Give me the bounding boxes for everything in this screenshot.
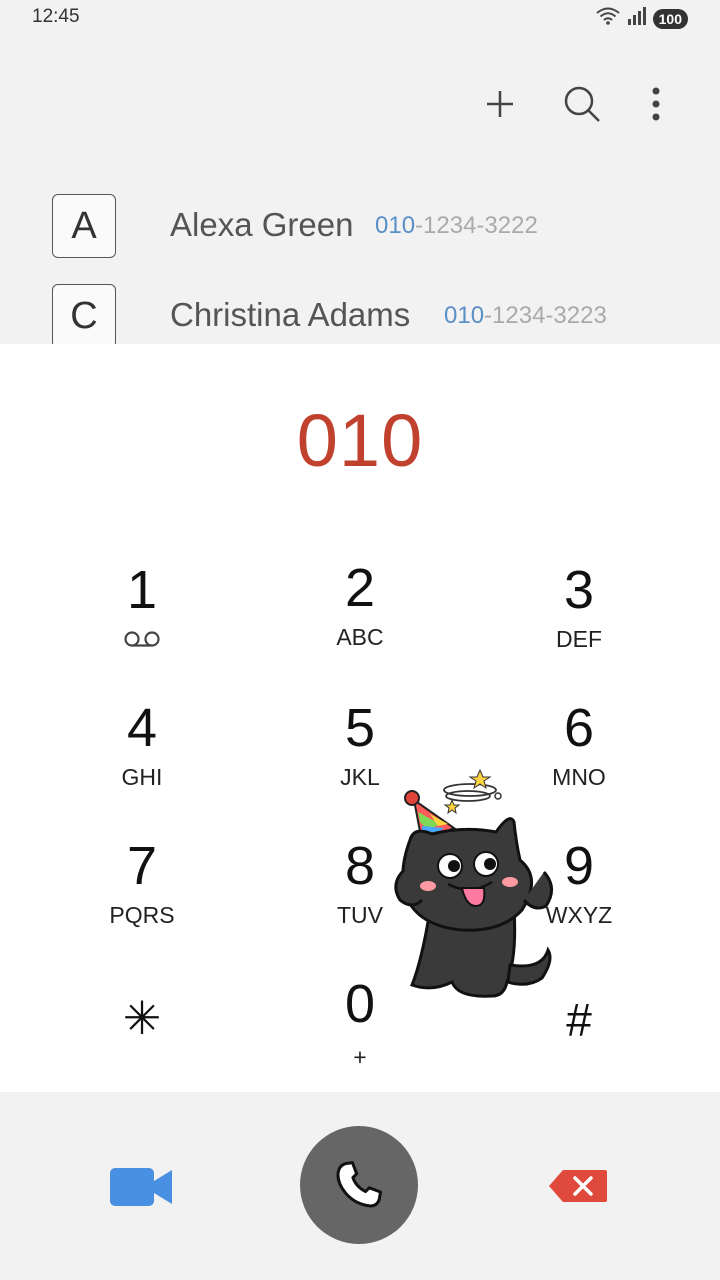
video-call-icon [110, 1168, 172, 1206]
status-icons: 100 [595, 6, 688, 31]
key-digit: 9 [563, 836, 595, 896]
wifi-icon [595, 6, 621, 31]
key-3[interactable]: 3 DEF [489, 560, 669, 680]
contact-number: 010-1234-3222 [375, 212, 538, 239]
key-1[interactable]: 1 [52, 560, 232, 680]
key-letters: GHI [121, 763, 163, 790]
status-time: 12:45 [32, 6, 80, 27]
battery-icon: 100 [652, 8, 688, 29]
key-star[interactable]: ✳ [52, 988, 232, 1108]
more-options-button[interactable] [626, 72, 686, 136]
party-cat-sticker [392, 760, 562, 1010]
dial-panel: 010 1 2 ABC 3 DEF 4 GHI 5 JKL 6 MNO 7 PQ… [0, 344, 720, 1092]
phone-icon [336, 1161, 382, 1208]
signal-icon [627, 6, 647, 31]
contact-row-alexa[interactable]: A Alexa Green 010-1234-3222 [0, 194, 720, 274]
key-digit: 3 [563, 560, 595, 620]
key-digit: 2 [344, 558, 376, 618]
more-icon [652, 87, 660, 121]
video-call-button[interactable] [106, 1162, 178, 1212]
action-bar [0, 72, 720, 136]
backspace-button[interactable] [545, 1166, 611, 1206]
key-digit: 6 [563, 698, 595, 758]
contact-name: Christina Adams [170, 296, 411, 333]
contact-initial: C [52, 284, 116, 344]
contact-number: 010-1234-3223 [444, 302, 607, 329]
key-digit: 4 [126, 698, 158, 758]
key-letters: ABC [336, 623, 384, 650]
backspace-icon [549, 1170, 607, 1202]
search-icon [564, 86, 600, 122]
contact-name: Alexa Green [170, 206, 354, 243]
key-plus: + [353, 1043, 367, 1070]
status-bar: 12:45 100 [0, 0, 720, 34]
key-digit: 1 [126, 560, 158, 620]
add-icon [487, 91, 513, 117]
key-digit: 7 [126, 836, 158, 896]
add-button[interactable] [470, 72, 530, 136]
voicemail-icon [123, 626, 161, 652]
key-letters: PQRS [109, 901, 175, 928]
key-letters: TUV [337, 901, 383, 928]
search-button[interactable] [552, 72, 612, 136]
contact-row-christina[interactable]: C Christina Adams 010-1234-3223 [0, 284, 720, 344]
key-digit: 0 [344, 974, 376, 1034]
hash-icon: # [566, 994, 592, 1046]
call-button[interactable] [300, 1126, 418, 1244]
contact-initial: A [52, 194, 116, 258]
key-2[interactable]: 2 ABC [270, 558, 450, 678]
bottom-bar [0, 1092, 720, 1280]
key-7[interactable]: 7 PQRS [52, 836, 232, 956]
dialed-number[interactable]: 010 [0, 398, 720, 483]
key-letters: DEF [556, 625, 602, 652]
key-digit: 5 [344, 698, 376, 758]
star-icon: ✳ [122, 992, 162, 1044]
key-letters: JKL [340, 763, 380, 790]
key-4[interactable]: 4 GHI [52, 698, 232, 818]
key-digit: 8 [344, 836, 376, 896]
